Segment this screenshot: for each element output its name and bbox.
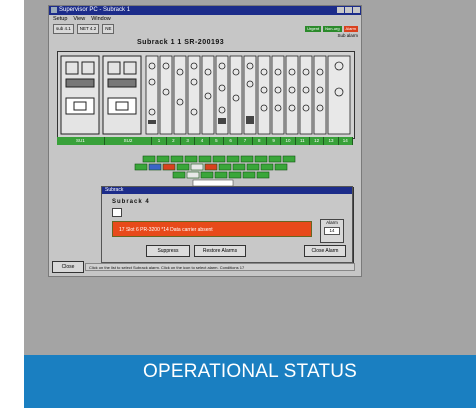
window-title: Supervisor PC - Subrack 1: [59, 7, 131, 13]
caption-bar: OPERATIONAL STATUS: [24, 355, 476, 408]
sub-alarm-label: Sub alarm: [337, 33, 358, 38]
close-icon[interactable]: [353, 7, 360, 13]
slot-label[interactable]: 10: [281, 137, 296, 145]
port-status-tiles[interactable]: [133, 154, 313, 190]
menu-bar: Setup View Window: [49, 15, 361, 23]
slot-label[interactable]: 13: [324, 137, 339, 145]
slot-label[interactable]: 12: [309, 137, 325, 145]
slot-label[interactable]: 4: [195, 137, 210, 145]
slot-label[interactable]: 6: [223, 137, 239, 145]
menu-view[interactable]: View: [73, 15, 85, 23]
screenshot-window: Supervisor PC - Subrack 1 Setup View Win…: [48, 5, 362, 277]
slot-label[interactable]: 8: [252, 137, 267, 145]
toolbar-button-sub[interactable]: sub 4.1: [53, 23, 74, 34]
slot-label[interactable]: SU2: [104, 137, 153, 145]
subrack-number-field[interactable]: [112, 208, 122, 217]
toolbar-button-ne[interactable]: NE: [102, 23, 115, 34]
close-alarm-button[interactable]: Close Alarm: [304, 245, 346, 257]
slot-label[interactable]: 7: [238, 137, 253, 145]
slot-label[interactable]: 3: [181, 137, 196, 145]
subrack-dialog: Subrack Subrack 4 17 Slot 6 PR-3200 *14 …: [101, 186, 353, 263]
slot-label[interactable]: 14: [338, 137, 353, 145]
close-button[interactable]: Close: [52, 261, 84, 273]
minimize-icon[interactable]: [337, 7, 344, 13]
menu-window[interactable]: Window: [91, 15, 111, 23]
dialog-title: Subrack: [102, 187, 352, 194]
alarm-count-value: 14: [324, 227, 340, 235]
maximize-icon[interactable]: [345, 7, 352, 13]
suppress-button[interactable]: Suppress: [146, 245, 190, 257]
subrack-title: Subrack 1 1 SR-200193: [137, 39, 225, 46]
power-unit-2[interactable]: [102, 55, 142, 135]
alarm-count-stepper[interactable]: Alarm 14: [320, 219, 344, 243]
menu-setup[interactable]: Setup: [53, 15, 67, 23]
toolbar-button-net[interactable]: NET 4.2: [76, 23, 100, 34]
window-titlebar: Supervisor PC - Subrack 1: [49, 6, 361, 15]
slot-label[interactable]: SU1: [57, 137, 105, 145]
restore-alarms-button[interactable]: Restore Alarms: [194, 245, 246, 257]
slot-label[interactable]: 9: [266, 137, 282, 145]
dialog-subtitle: Subrack 4: [112, 199, 150, 205]
status-bar: Click on the list to select Subrack alar…: [85, 263, 355, 271]
alarm-status-badges: Urgent Non-urg Alarm: [305, 26, 358, 32]
status-badge-urgent[interactable]: Urgent: [305, 26, 322, 32]
alarm-count-label: Alarm: [326, 220, 338, 225]
status-badge-alarm[interactable]: Alarm: [343, 26, 358, 32]
slot-label[interactable]: 11: [295, 137, 310, 145]
slot-label[interactable]: 2: [166, 137, 181, 145]
status-badge-nonurgent[interactable]: Non-urg: [323, 26, 342, 32]
slot-number-strip: SU1 SU2 1 2 3 4 5 6 7 8 9 10 11 12 13 14: [57, 137, 353, 145]
app-icon: [51, 7, 57, 13]
slot-label[interactable]: 1: [152, 137, 167, 145]
subrack-illustration[interactable]: [57, 51, 355, 139]
power-unit-1[interactable]: [60, 55, 100, 135]
slot-label[interactable]: 5: [209, 137, 224, 145]
alarm-message-row[interactable]: 17 Slot 6 PR-3200 *14 Data carrier absen…: [112, 221, 312, 237]
caption-title: OPERATIONAL STATUS: [142, 360, 358, 382]
